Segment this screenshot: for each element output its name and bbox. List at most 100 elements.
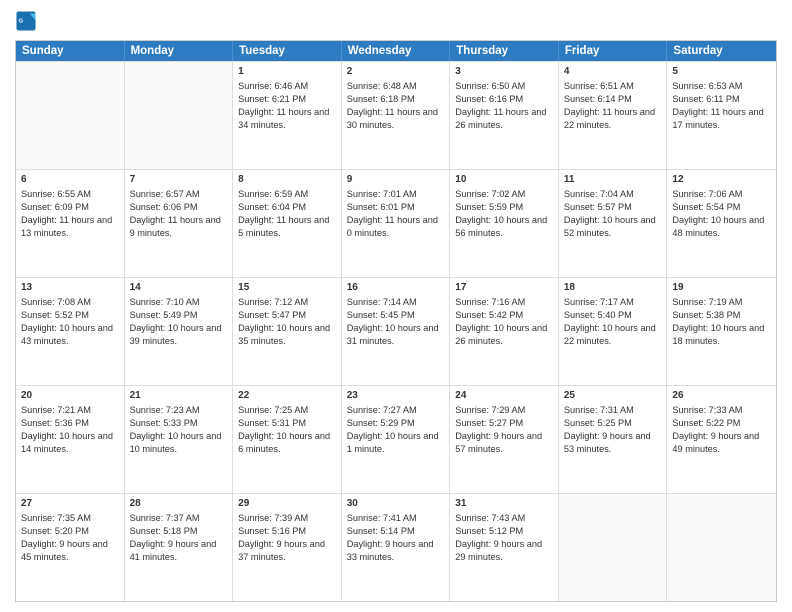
- day-21: 21Sunrise: 7:23 AMSunset: 5:33 PMDayligh…: [125, 386, 234, 493]
- week-row-2: 6Sunrise: 6:55 AMSunset: 6:09 PMDaylight…: [16, 169, 776, 277]
- empty-cell: [125, 62, 234, 169]
- day-11: 11Sunrise: 7:04 AMSunset: 5:57 PMDayligh…: [559, 170, 668, 277]
- day-17: 17Sunrise: 7:16 AMSunset: 5:42 PMDayligh…: [450, 278, 559, 385]
- day-info: Sunset: 5:12 PM: [455, 525, 553, 538]
- day-info: Sunset: 6:14 PM: [564, 93, 662, 106]
- day-info: Sunset: 5:45 PM: [347, 309, 445, 322]
- header-day-wednesday: Wednesday: [342, 41, 451, 61]
- day-info: Daylight: 9 hours and 41 minutes.: [130, 538, 228, 564]
- day-info: Daylight: 10 hours and 56 minutes.: [455, 214, 553, 240]
- day-7: 7Sunrise: 6:57 AMSunset: 6:06 PMDaylight…: [125, 170, 234, 277]
- day-number: 21: [130, 389, 228, 403]
- day-number: 20: [21, 389, 119, 403]
- day-info: Sunset: 5:18 PM: [130, 525, 228, 538]
- day-25: 25Sunrise: 7:31 AMSunset: 5:25 PMDayligh…: [559, 386, 668, 493]
- day-info: Sunset: 5:42 PM: [455, 309, 553, 322]
- day-info: Sunrise: 6:48 AM: [347, 80, 445, 93]
- day-info: Daylight: 10 hours and 6 minutes.: [238, 430, 336, 456]
- day-2: 2Sunrise: 6:48 AMSunset: 6:18 PMDaylight…: [342, 62, 451, 169]
- day-18: 18Sunrise: 7:17 AMSunset: 5:40 PMDayligh…: [559, 278, 668, 385]
- day-5: 5Sunrise: 6:53 AMSunset: 6:11 PMDaylight…: [667, 62, 776, 169]
- day-number: 7: [130, 173, 228, 187]
- day-9: 9Sunrise: 7:01 AMSunset: 6:01 PMDaylight…: [342, 170, 451, 277]
- day-number: 15: [238, 281, 336, 295]
- day-info: Daylight: 9 hours and 37 minutes.: [238, 538, 336, 564]
- day-number: 28: [130, 497, 228, 511]
- day-info: Sunrise: 7:12 AM: [238, 296, 336, 309]
- day-20: 20Sunrise: 7:21 AMSunset: 5:36 PMDayligh…: [16, 386, 125, 493]
- day-number: 4: [564, 65, 662, 79]
- day-number: 8: [238, 173, 336, 187]
- day-info: Daylight: 10 hours and 43 minutes.: [21, 322, 119, 348]
- day-info: Sunset: 5:38 PM: [672, 309, 771, 322]
- calendar: SundayMondayTuesdayWednesdayThursdayFrid…: [15, 40, 777, 602]
- day-info: Sunrise: 7:21 AM: [21, 404, 119, 417]
- day-info: Sunset: 5:14 PM: [347, 525, 445, 538]
- day-info: Daylight: 9 hours and 45 minutes.: [21, 538, 119, 564]
- header-day-saturday: Saturday: [667, 41, 776, 61]
- day-info: Sunrise: 7:39 AM: [238, 512, 336, 525]
- day-number: 1: [238, 65, 336, 79]
- day-16: 16Sunrise: 7:14 AMSunset: 5:45 PMDayligh…: [342, 278, 451, 385]
- day-12: 12Sunrise: 7:06 AMSunset: 5:54 PMDayligh…: [667, 170, 776, 277]
- day-info: Daylight: 10 hours and 31 minutes.: [347, 322, 445, 348]
- day-number: 31: [455, 497, 553, 511]
- empty-cell: [667, 494, 776, 601]
- day-info: Sunset: 6:21 PM: [238, 93, 336, 106]
- day-info: Sunrise: 7:14 AM: [347, 296, 445, 309]
- day-number: 11: [564, 173, 662, 187]
- day-27: 27Sunrise: 7:35 AMSunset: 5:20 PMDayligh…: [16, 494, 125, 601]
- day-4: 4Sunrise: 6:51 AMSunset: 6:14 PMDaylight…: [559, 62, 668, 169]
- day-number: 13: [21, 281, 119, 295]
- day-info: Sunset: 5:40 PM: [564, 309, 662, 322]
- day-info: Sunrise: 7:23 AM: [130, 404, 228, 417]
- day-info: Sunset: 5:27 PM: [455, 417, 553, 430]
- day-number: 2: [347, 65, 445, 79]
- day-info: Daylight: 10 hours and 18 minutes.: [672, 322, 771, 348]
- day-info: Sunset: 6:18 PM: [347, 93, 445, 106]
- day-info: Daylight: 10 hours and 22 minutes.: [564, 322, 662, 348]
- day-info: Sunrise: 7:43 AM: [455, 512, 553, 525]
- day-number: 24: [455, 389, 553, 403]
- day-info: Sunset: 5:36 PM: [21, 417, 119, 430]
- day-number: 5: [672, 65, 771, 79]
- header-day-friday: Friday: [559, 41, 668, 61]
- svg-text:G: G: [19, 18, 24, 24]
- week-row-1: 1Sunrise: 6:46 AMSunset: 6:21 PM Daylight…: [16, 61, 776, 169]
- day-info: Daylight: 10 hours and 10 minutes.: [130, 430, 228, 456]
- day-info: Sunrise: 7:01 AM: [347, 188, 445, 201]
- day-13: 13Sunrise: 7:08 AMSunset: 5:52 PMDayligh…: [16, 278, 125, 385]
- day-info: Daylight: 11 hours and 30 minutes.: [347, 106, 445, 132]
- header-day-tuesday: Tuesday: [233, 41, 342, 61]
- day-info: Sunrise: 7:16 AM: [455, 296, 553, 309]
- day-info: Sunset: 6:09 PM: [21, 201, 119, 214]
- day-info: Sunrise: 7:29 AM: [455, 404, 553, 417]
- day-info: Sunset: 5:31 PM: [238, 417, 336, 430]
- day-info: Daylight: 11 hours and 22 minutes.: [564, 106, 662, 132]
- day-info: Sunset: 5:52 PM: [21, 309, 119, 322]
- empty-cell: [16, 62, 125, 169]
- day-info: Daylight: 10 hours and 52 minutes.: [564, 214, 662, 240]
- day-info: Sunset: 5:54 PM: [672, 201, 771, 214]
- day-number: 12: [672, 173, 771, 187]
- day-19: 19Sunrise: 7:19 AMSunset: 5:38 PMDayligh…: [667, 278, 776, 385]
- day-info: Daylight: 10 hours and 35 minutes.: [238, 322, 336, 348]
- day-6: 6Sunrise: 6:55 AMSunset: 6:09 PMDaylight…: [16, 170, 125, 277]
- day-info: Daylight: 11 hours and 9 minutes.: [130, 214, 228, 240]
- day-info: Sunrise: 7:17 AM: [564, 296, 662, 309]
- day-info: Sunrise: 7:25 AM: [238, 404, 336, 417]
- day-number: 18: [564, 281, 662, 295]
- day-3: 3Sunrise: 6:50 AMSunset: 6:16 PMDaylight…: [450, 62, 559, 169]
- day-info: Daylight: 11 hours and 17 minutes.: [672, 106, 771, 132]
- day-number: 25: [564, 389, 662, 403]
- header-day-thursday: Thursday: [450, 41, 559, 61]
- day-info: Sunrise: 7:10 AM: [130, 296, 228, 309]
- week-row-3: 13Sunrise: 7:08 AMSunset: 5:52 PMDayligh…: [16, 277, 776, 385]
- day-info: Sunrise: 6:46 AM: [238, 80, 336, 93]
- day-info: Daylight: 10 hours and 48 minutes.: [672, 214, 771, 240]
- day-26: 26Sunrise: 7:33 AMSunset: 5:22 PMDayligh…: [667, 386, 776, 493]
- day-info: Sunrise: 7:04 AM: [564, 188, 662, 201]
- day-info: Sunset: 5:16 PM: [238, 525, 336, 538]
- day-28: 28Sunrise: 7:37 AMSunset: 5:18 PMDayligh…: [125, 494, 234, 601]
- day-8: 8Sunrise: 6:59 AMSunset: 6:04 PMDaylight…: [233, 170, 342, 277]
